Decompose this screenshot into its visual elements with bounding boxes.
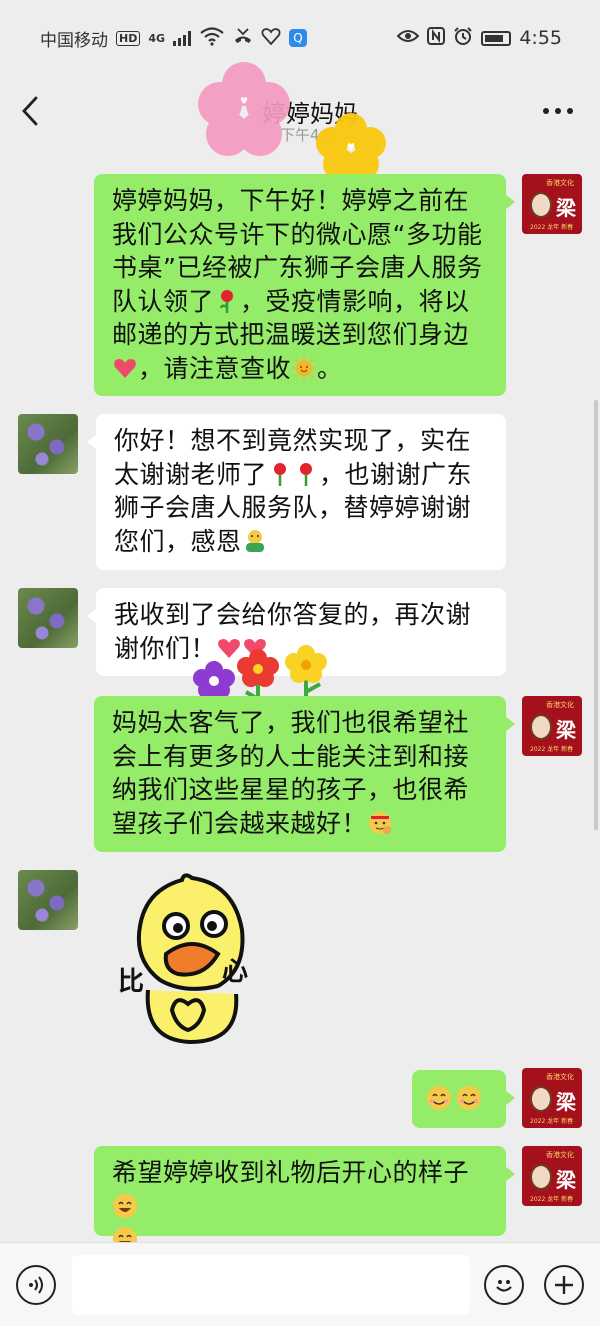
avatar-bottom-text: 2022 龙年 新春 <box>530 1118 574 1125</box>
avatar-face-icon <box>530 1086 552 1112</box>
nfc-icon <box>427 26 446 50</box>
status-left: 中国移动 HD 4G Q <box>40 26 308 51</box>
message-bubble-incoming[interactable]: 你好！想不到竟然实现了，实在太谢谢老师了 ，也谢谢广东狮子会唐人服务队，替婷婷谢谢… <box>87 414 506 570</box>
eye-icon <box>396 28 420 49</box>
avatar-char: 梁 <box>556 196 576 220</box>
back-button[interactable] <box>18 94 48 128</box>
dot <box>567 108 573 114</box>
avatar-bottom-text: 2022 龙年 新春 <box>530 746 574 753</box>
emoji-button[interactable] <box>484 1265 524 1305</box>
missed-call-icon <box>233 27 253 50</box>
avatar-bottom-text: 2022 龙年 新春 <box>530 224 574 231</box>
message-bubble-outgoing[interactable]: 妈妈太客气了，我们也很希望社会上有更多的人士能关注到和接纳我们这些星星的孩子，也… <box>94 696 515 852</box>
carrier-label: 中国移动 <box>40 30 108 51</box>
salute-emoji-icon <box>367 810 393 836</box>
message-bubble-outgoing[interactable] <box>412 1070 515 1128</box>
wifi-icon <box>199 26 225 51</box>
message-text: ，请注意查收 <box>138 353 292 383</box>
sticker-text-left: 比 <box>118 967 144 997</box>
my-avatar[interactable]: 香港文化 梁 2022 龙年 新春 <box>522 1068 582 1128</box>
contact-avatar[interactable] <box>18 870 78 930</box>
voice-button[interactable] <box>16 1265 56 1305</box>
avatar-char: 梁 <box>556 1168 576 1192</box>
avatar-top-text: 香港文化 <box>546 1073 574 1081</box>
contact-avatar[interactable] <box>18 414 78 474</box>
dot <box>555 108 561 114</box>
status-bar: 中国移动 HD 4G Q 4:55 <box>0 0 600 76</box>
contact-avatar[interactable] <box>18 588 78 648</box>
message-bubble-outgoing[interactable]: 婷婷妈妈，下午好！婷婷之前在我们公众号许下的微心愿“多功能书桌”已经被广东狮子会… <box>94 174 515 396</box>
avatar-bottom-text: 2022 龙年 新春 <box>530 1196 574 1203</box>
sun-emoji-icon <box>291 355 317 381</box>
voice-icon <box>29 1276 43 1294</box>
happy-emoji-icon <box>112 1193 138 1219</box>
avatar-face-icon <box>530 192 552 218</box>
sticker-text-right: 心 <box>222 957 248 987</box>
avatar-top-text: 香港文化 <box>546 1151 574 1159</box>
more-options-button[interactable] <box>538 94 578 128</box>
dot <box>543 108 549 114</box>
network-label: 4G <box>148 31 166 45</box>
scrollbar[interactable] <box>594 400 598 830</box>
message-text: 希望婷婷收到礼物后开心的样子 <box>112 1158 470 1187</box>
avatar-face-icon <box>530 1164 552 1190</box>
avatar-top-text: 香港文化 <box>546 701 574 709</box>
message-text: 妈妈太客气了，我们也很希望社会上有更多的人士能关注到和接纳我们这些星星的孩子，也… <box>112 708 470 838</box>
avatar-face-icon <box>530 714 552 740</box>
message-input[interactable] <box>72 1255 470 1315</box>
clock-time: 4:55 <box>519 27 562 49</box>
input-bar <box>0 1242 600 1326</box>
signal-icon <box>173 30 192 46</box>
avatar-top-text: 香港文化 <box>546 179 574 187</box>
chevron-left-icon <box>22 96 38 126</box>
my-avatar[interactable]: 香港文化 梁 2022 龙年 新春 <box>522 174 582 234</box>
yellow-flower-sticker <box>316 113 386 180</box>
hug-emoji-icon <box>242 528 268 554</box>
avatar-char: 梁 <box>556 718 576 742</box>
rose-emoji-icon <box>293 461 319 487</box>
rose-emoji-icon <box>267 461 293 487</box>
message-bubble-outgoing[interactable]: 希望婷婷收到礼物后开心的样子 <box>94 1146 515 1251</box>
health-icon <box>261 27 281 50</box>
hd-badge: HD <box>116 30 141 46</box>
battery-icon <box>481 30 512 46</box>
smile-emoji-icon <box>426 1085 452 1111</box>
my-avatar[interactable]: 香港文化 梁 2022 龙年 新春 <box>522 1146 582 1206</box>
smiley-icon <box>496 1280 512 1292</box>
avatar-char: 梁 <box>556 1090 576 1114</box>
duck-heart-sticker[interactable]: 比 心 <box>114 870 264 1050</box>
status-right: 4:55 <box>396 26 562 51</box>
app-notification-icon: Q <box>289 29 308 47</box>
pink-flower-sticker <box>198 62 290 156</box>
my-avatar[interactable]: 香港文化 梁 2022 龙年 新春 <box>522 696 582 756</box>
alarm-icon <box>453 26 473 51</box>
heart-emoji-icon <box>112 355 138 381</box>
more-actions-button[interactable] <box>544 1265 584 1305</box>
message-text: 。 <box>317 353 343 383</box>
rose-emoji-icon <box>214 288 240 314</box>
smile-emoji-icon <box>456 1085 482 1111</box>
plus-icon <box>555 1276 573 1294</box>
